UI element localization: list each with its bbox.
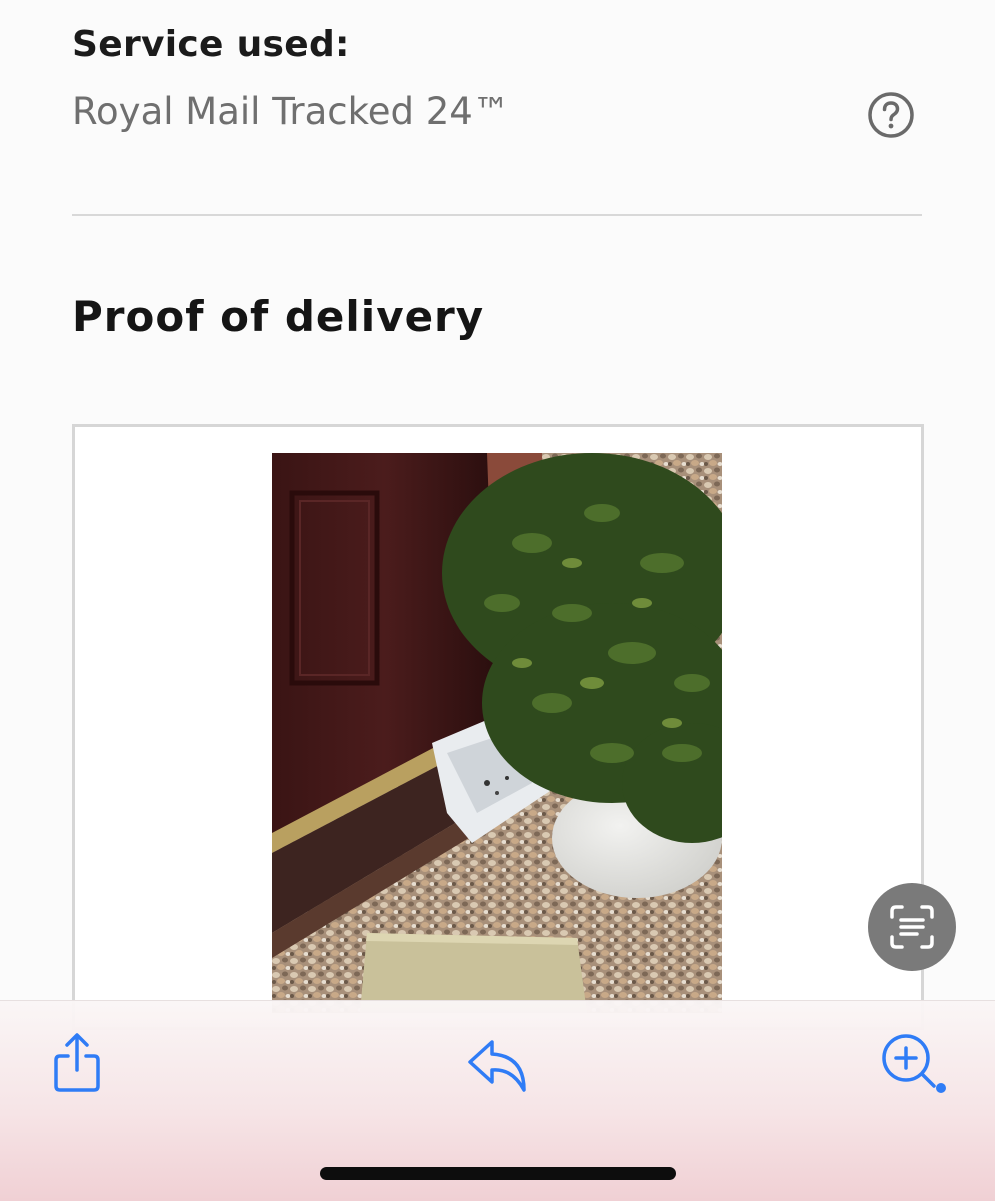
zoom-in-icon[interactable] [878,1030,950,1102]
proof-of-delivery-title: Proof of delivery [72,292,485,341]
service-used-value: Royal Mail Tracked 24™ [72,90,510,133]
live-text-scan-icon [890,905,934,949]
section-divider [72,214,922,216]
share-icon[interactable] [46,1030,110,1094]
reply-icon[interactable] [466,1036,530,1100]
delivery-photo[interactable] [272,453,722,1013]
question-circle-icon[interactable] [867,91,915,139]
service-used-label: Service used: [72,24,350,65]
live-text-button[interactable] [868,883,956,971]
home-indicator[interactable] [320,1167,676,1180]
